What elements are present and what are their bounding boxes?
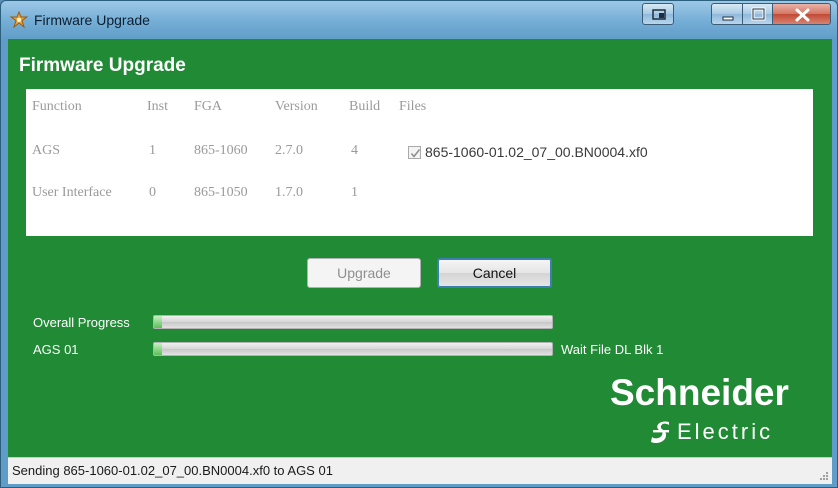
device-progress-fill bbox=[154, 343, 162, 355]
resize-grip-icon[interactable] bbox=[819, 471, 829, 481]
dock-button[interactable] bbox=[642, 3, 674, 25]
cell-inst: 0 bbox=[149, 185, 156, 200]
cell-function: User Interface bbox=[32, 185, 112, 200]
column-header-inst: Inst bbox=[147, 99, 168, 114]
window-title: Firmware Upgrade bbox=[34, 12, 150, 28]
cell-version: 1.7.0 bbox=[275, 185, 303, 200]
maximize-icon bbox=[751, 7, 766, 21]
cell-build: 4 bbox=[351, 143, 358, 158]
cell-inst: 1 bbox=[149, 143, 156, 158]
firmware-table: Function Inst FGA Version Build Files AG… bbox=[26, 89, 813, 236]
cell-function: AGS bbox=[32, 143, 61, 158]
schneider-logo-subtext: Electric bbox=[677, 419, 774, 444]
column-header-function: Function bbox=[32, 99, 82, 114]
firmware-app-icon bbox=[10, 11, 28, 29]
minimize-button[interactable] bbox=[711, 3, 743, 25]
checkmark-icon bbox=[410, 149, 421, 158]
title-bar[interactable]: Firmware Upgrade bbox=[1, 1, 837, 39]
cell-fga: 865-1050 bbox=[194, 185, 248, 200]
overall-progress-bar bbox=[153, 315, 553, 329]
close-button[interactable] bbox=[772, 3, 831, 25]
cell-version: 2.7.0 bbox=[275, 143, 303, 158]
column-header-files: Files bbox=[399, 99, 427, 114]
device-progress-label: AGS 01 bbox=[33, 342, 79, 357]
status-bar: Sending 865-1060-01.02_07_00.BN0004.xf0 … bbox=[8, 457, 832, 484]
schneider-logo-text: Schneider bbox=[610, 372, 789, 413]
column-header-build: Build bbox=[349, 99, 381, 114]
cell-build: 1 bbox=[351, 185, 358, 200]
column-header-fga: FGA bbox=[194, 99, 223, 114]
close-icon bbox=[795, 8, 810, 22]
cancel-button[interactable]: Cancel bbox=[437, 258, 552, 288]
schneider-logo-icon bbox=[651, 421, 669, 444]
page-title: Firmware Upgrade bbox=[19, 55, 186, 76]
firmware-upgrade-window: Firmware Upgrade Firmware Upgrade Functi… bbox=[0, 0, 838, 488]
dock-icon bbox=[652, 9, 666, 20]
status-text: Sending 865-1060-01.02_07_00.BN0004.xf0 … bbox=[12, 463, 333, 478]
cell-file: 865-1060-01.02_07_00.BN0004.xf0 bbox=[425, 144, 648, 160]
file-checkbox[interactable] bbox=[408, 146, 421, 159]
cell-fga: 865-1060 bbox=[194, 143, 248, 158]
overall-progress-fill bbox=[154, 316, 162, 328]
maximize-button[interactable] bbox=[742, 3, 773, 25]
minimize-icon bbox=[722, 16, 734, 21]
device-progress-bar bbox=[153, 342, 553, 356]
column-header-version: Version bbox=[275, 99, 318, 114]
upgrade-button[interactable]: Upgrade bbox=[307, 258, 421, 288]
device-progress-status: Wait File DL Blk 1 bbox=[561, 342, 664, 357]
overall-progress-label: Overall Progress bbox=[33, 315, 130, 330]
